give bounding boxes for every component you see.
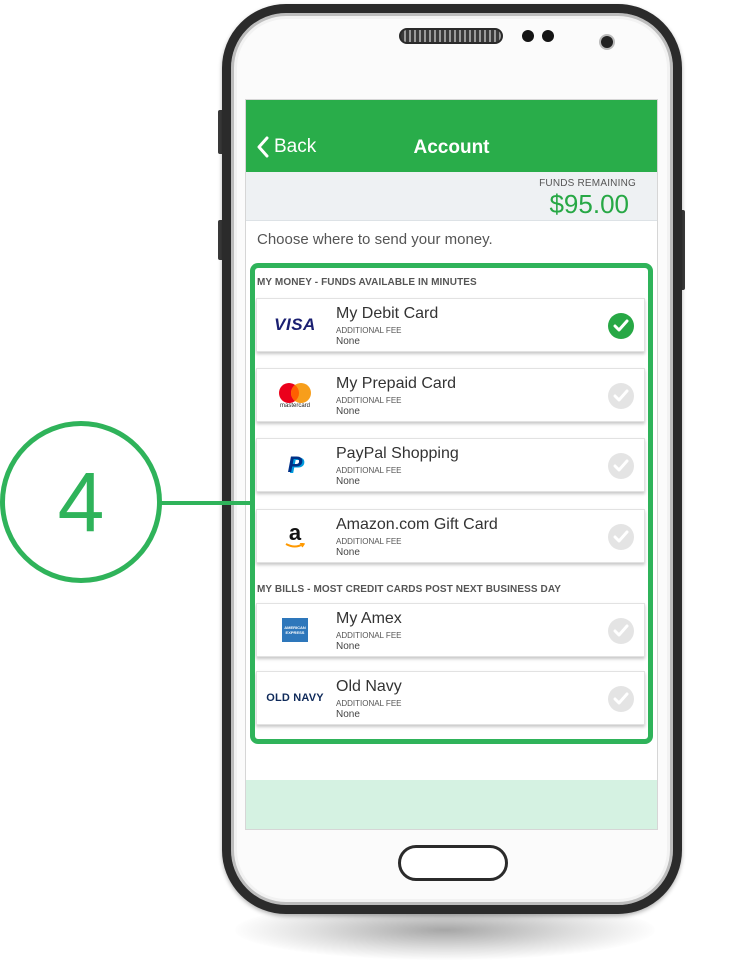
app-header: Back Account [246,100,657,172]
callout-step-number: 4 [57,454,105,549]
front-camera [601,36,613,48]
callout-highlight-box [250,263,653,744]
home-button[interactable] [398,845,508,881]
instruction-text: Choose where to send your money. [257,231,493,248]
callout-step-circle: 4 [0,421,162,583]
phone-sensor-right [542,30,554,42]
phone-sensor-left [522,30,534,42]
footer-band [246,780,657,829]
page-title: Account [413,137,490,158]
phone-speaker [399,28,503,44]
funds-remaining-label: FUNDS REMAINING [539,178,636,189]
funds-remaining-panel: FUNDS REMAINING $95.00 [246,172,657,221]
funds-remaining-amount: $95.00 [549,189,629,219]
callout-connector-line [157,501,250,505]
